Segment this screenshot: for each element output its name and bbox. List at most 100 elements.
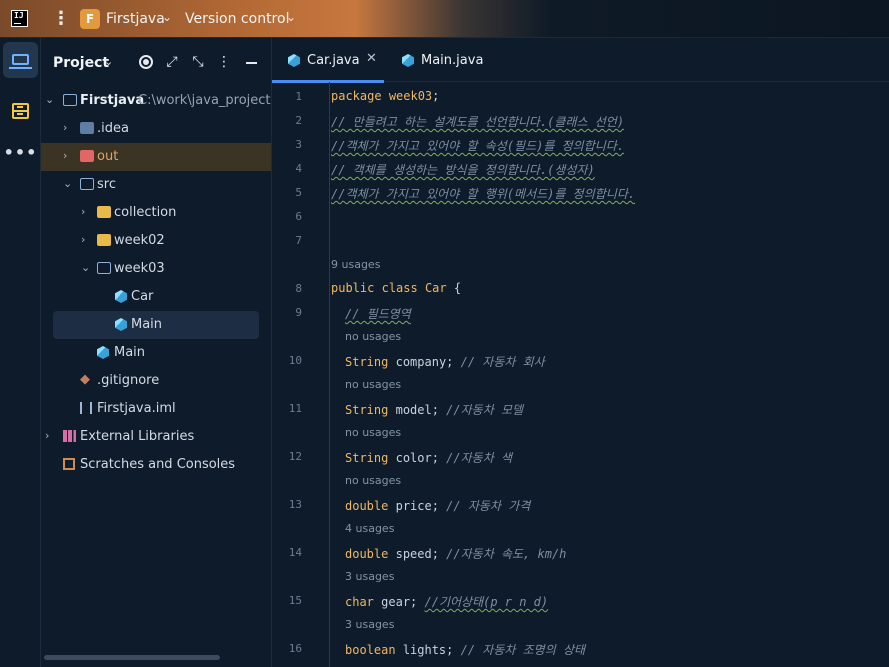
comment-line: //객체가 가지고 있어야 할 행위(메서드)를 정의합니다.: [331, 187, 636, 201]
chevron-right-icon[interactable]: ›: [63, 149, 67, 162]
tree-item-label: .gitignore: [97, 373, 160, 388]
chevron-down-icon[interactable]: ⌄: [104, 55, 113, 68]
intellij-logo-icon[interactable]: IJ: [11, 10, 28, 27]
line-number: 1: [295, 90, 302, 103]
tab-main-java[interactable]: Main.java: [390, 38, 490, 82]
chevron-down-icon[interactable]: ⌄: [45, 93, 54, 106]
tree-item-main[interactable]: Main: [41, 339, 271, 367]
usages-hint[interactable]: no usages: [345, 330, 401, 343]
hide-panel-icon[interactable]: [246, 62, 257, 64]
line-number: 4: [295, 162, 302, 175]
collapse-all-icon[interactable]: ⤡: [189, 53, 207, 71]
tree-item-label: out: [97, 149, 119, 164]
horizontal-scrollbar[interactable]: [44, 655, 220, 660]
panel-title[interactable]: Project: [53, 55, 109, 71]
options-icon[interactable]: ⋮: [215, 53, 233, 71]
field-name: lights: [402, 643, 447, 657]
tree-item-iml[interactable]: Firstjava.iml: [41, 395, 271, 423]
scratches-icon: [63, 458, 75, 470]
tree-item-week03[interactable]: ⌄ week03: [41, 255, 271, 283]
tree-item-out[interactable]: › out: [41, 143, 271, 171]
type: boolean: [345, 643, 396, 657]
tree-item-scratches[interactable]: Scratches and Consoles: [41, 451, 271, 479]
tree-item-label: Firstjava: [80, 93, 145, 108]
line-number: 6: [295, 210, 302, 223]
chevron-down-icon[interactable]: ⌄: [162, 10, 172, 24]
usages-hint[interactable]: no usages: [345, 378, 401, 391]
line-number: 14: [288, 546, 302, 559]
java-class-icon: [97, 346, 109, 359]
tree-item-firstjava[interactable]: ⌄ Firstjava C:\work\java_projects: [41, 87, 271, 115]
chevron-down-icon[interactable]: ⌄: [286, 10, 296, 24]
package-name: week03: [388, 89, 433, 103]
tree-item-label: .idea: [97, 121, 129, 136]
line-number: 13: [288, 498, 302, 511]
more-tools-button[interactable]: •••: [3, 134, 38, 170]
expand-all-icon[interactable]: ⤢: [163, 53, 181, 71]
brace: {: [453, 281, 462, 295]
usages-hint[interactable]: 9 usages: [331, 258, 380, 271]
main-menu-button[interactable]: ⋮: [52, 9, 70, 29]
usages-hint[interactable]: 3 usages: [345, 570, 394, 583]
project-badge[interactable]: F: [80, 9, 100, 29]
class-declaration: public class Car {: [331, 281, 461, 295]
code-text-area[interactable]: package week03; // 만들려고 하는 설계도를 선언합니다.(클…: [330, 82, 889, 667]
line-number: 12: [288, 450, 302, 463]
iml-icon: [80, 402, 92, 414]
comment-line: // 객체를 생성하는 방식을 정의합니다.(생성자): [331, 163, 595, 177]
tree-item-src[interactable]: ⌄ src: [41, 171, 271, 199]
line-number: 7: [295, 234, 302, 247]
type: String: [345, 403, 389, 417]
type: double: [345, 499, 389, 513]
java-class-icon: [115, 318, 127, 331]
comment-text: // 자동차 조명의 상태: [460, 643, 586, 657]
comment-text: // 자동차 회사: [460, 355, 545, 369]
git-icon: ◆: [80, 372, 90, 387]
field-name: model: [395, 403, 432, 417]
close-icon[interactable]: ✕: [366, 51, 377, 66]
monitor-icon: [9, 54, 32, 69]
chevron-right-icon[interactable]: ›: [81, 233, 85, 246]
tree-item-collection[interactable]: › collection: [41, 199, 271, 227]
usages-hint[interactable]: 3 usages: [345, 618, 394, 631]
keyword: class: [381, 281, 418, 295]
tree-item-external-libraries[interactable]: › External Libraries: [41, 423, 271, 451]
comment-line: //객체가 가지고 있어야 할 속성(필드)를 정의합니다.: [331, 139, 625, 153]
tool-window-strip: •••: [0, 38, 41, 667]
tree-item-car[interactable]: Car: [41, 283, 271, 311]
structure-tool-button[interactable]: [3, 93, 38, 129]
comment-text: //자동차 속도, km/h: [446, 547, 567, 561]
java-class-icon: [402, 54, 414, 67]
comment-line: // 필드영역: [345, 305, 411, 322]
field-line: double price; // 자동차 가격: [345, 499, 531, 513]
usages-hint[interactable]: 4 usages: [345, 522, 394, 535]
package-folder-icon: [97, 206, 111, 218]
tree-item-idea[interactable]: › .idea: [41, 115, 271, 143]
code-line: package week03;: [331, 89, 440, 103]
field-name: company: [395, 355, 447, 369]
library-icon: [63, 430, 76, 442]
keyword: public: [331, 281, 375, 295]
chevron-right-icon[interactable]: ›: [63, 121, 67, 134]
tab-car-java[interactable]: Car.java ✕: [272, 38, 384, 83]
tree-item-week02[interactable]: › week02: [41, 227, 271, 255]
java-class-icon: [115, 290, 127, 303]
field-line: boolean lights; // 자동차 조명의 상태: [345, 643, 586, 657]
select-opened-file-icon[interactable]: [137, 53, 155, 71]
chevron-down-icon[interactable]: ⌄: [63, 177, 72, 190]
tree-item-gitignore[interactable]: ◆ .gitignore: [41, 367, 271, 395]
chevron-right-icon[interactable]: ›: [81, 205, 85, 218]
usages-hint[interactable]: no usages: [345, 426, 401, 439]
type: String: [345, 451, 389, 465]
chevron-right-icon[interactable]: ›: [45, 429, 49, 442]
type: String: [345, 355, 389, 369]
tree-item-main-selected[interactable]: Main: [53, 311, 259, 339]
field-name: color: [395, 451, 432, 465]
usages-hint[interactable]: no usages: [345, 474, 401, 487]
project-tool-button[interactable]: [3, 42, 38, 78]
comment-text: //기어상태(p r n d): [424, 595, 549, 609]
version-control-menu[interactable]: Version control: [185, 11, 289, 27]
type: double: [345, 547, 389, 561]
project-switcher[interactable]: Firstjava: [106, 11, 165, 27]
chevron-down-icon[interactable]: ⌄: [81, 261, 90, 274]
